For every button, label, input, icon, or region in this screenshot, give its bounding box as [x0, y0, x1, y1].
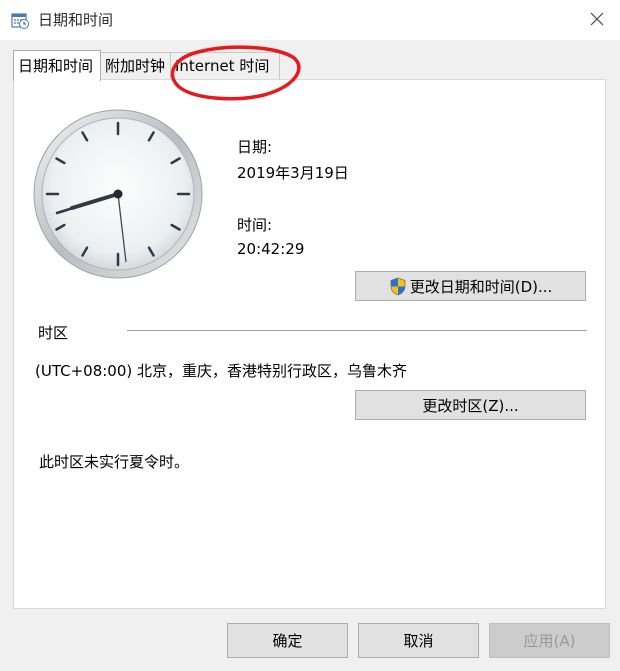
- ok-button[interactable]: 确定: [227, 623, 348, 658]
- date-time-panel: 日期: 2019年3月19日 时间: 20:42:29 更改日期和时间(D)..…: [13, 79, 606, 609]
- date-label: 日期:: [237, 138, 273, 156]
- title-bar: 日期和时间: [0, 0, 620, 40]
- timezone-value: (UTC+08:00) 北京，重庆，香港特别行政区，乌鲁木齐: [35, 362, 408, 380]
- change-timezone-button[interactable]: 更改时区(Z)...: [355, 390, 586, 420]
- time-label: 时间:: [237, 216, 273, 234]
- time-value: 20:42:29: [237, 240, 305, 258]
- tab-additional-clocks[interactable]: 附加时钟: [101, 52, 171, 80]
- change-date-time-button[interactable]: 更改日期和时间(D)...: [355, 271, 586, 301]
- close-button[interactable]: [574, 0, 620, 40]
- close-icon: [590, 11, 604, 30]
- apply-button[interactable]: 应用(A): [489, 623, 610, 658]
- dst-note: 此时区未实行夏令时。: [39, 453, 190, 471]
- timezone-separator: [127, 330, 587, 331]
- change-date-time-label: 更改日期和时间(D)...: [409, 277, 553, 296]
- calendar-clock-icon: [10, 10, 30, 30]
- tab-internet-time[interactable]: Internet 时间: [171, 52, 280, 80]
- date-value: 2019年3月19日: [237, 164, 349, 182]
- uac-shield-icon: [389, 277, 407, 296]
- tab-date-time[interactable]: 日期和时间: [13, 50, 101, 81]
- cancel-button[interactable]: 取消: [358, 623, 479, 658]
- analog-clock: [33, 109, 203, 279]
- timezone-section-label: 时区: [38, 324, 69, 342]
- window-title: 日期和时间: [38, 11, 114, 29]
- change-timezone-label: 更改时区(Z)...: [422, 396, 519, 415]
